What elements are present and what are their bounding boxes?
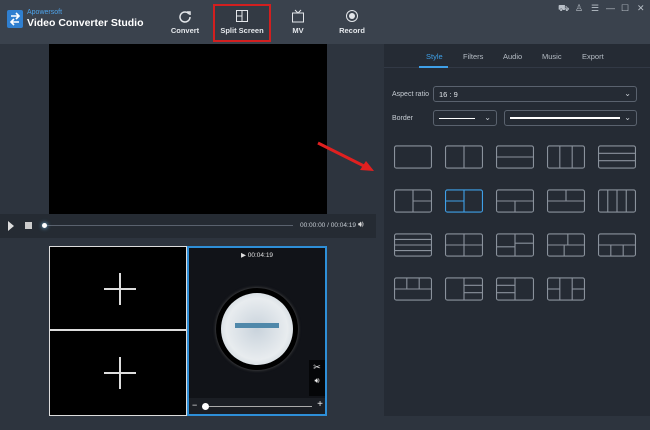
border-style-select[interactable]: ⌄: [433, 110, 497, 126]
tab-filters[interactable]: Filters: [463, 52, 483, 61]
tab-style[interactable]: Style: [426, 52, 443, 61]
border-label: Border: [392, 115, 414, 122]
active-tab-indicator: [419, 66, 448, 68]
top-toolbar: Apowersoft Video Converter Studio Conver…: [0, 0, 650, 44]
layout-option-17[interactable]: [444, 277, 484, 301]
layout-option-6[interactable]: [393, 189, 433, 213]
zoom-in-icon[interactable]: +: [317, 399, 323, 410]
refresh-icon: [179, 11, 191, 23]
chevron-down-icon: ⌄: [624, 113, 631, 122]
aspect-ratio-select[interactable]: 16 : 9 ⌄: [433, 86, 637, 102]
layout-option-11[interactable]: [393, 233, 433, 257]
split-cell-top-left[interactable]: [49, 246, 187, 330]
split-cell-right[interactable]: ▶ 00:04:19 ✂ 🔊︎ − +: [187, 246, 327, 416]
tab-export[interactable]: Export: [582, 52, 604, 61]
play-icon[interactable]: [7, 221, 15, 231]
split-grid: ▶ 00:04:19 ✂ 🔊︎ − +: [49, 246, 327, 416]
panel-tabs: Style Filters Audio Music Export: [384, 44, 650, 68]
zoom-slider-handle[interactable]: [202, 403, 209, 410]
layout-option-12[interactable]: [444, 233, 484, 257]
layout-option-8[interactable]: [495, 189, 535, 213]
thumbnail-image: [221, 293, 293, 365]
clip-duration: ▶ 00:04:19: [189, 251, 325, 259]
close-icon[interactable]: ✕: [637, 3, 645, 14]
clip-zoom-bar: − +: [189, 398, 325, 414]
menu-icon[interactable]: ☰: [591, 3, 599, 14]
split-cell-bottom-left[interactable]: [49, 330, 187, 416]
layout-option-4[interactable]: [546, 145, 586, 169]
nav-split-screen[interactable]: Split Screen: [213, 4, 271, 42]
clip-volume-icon[interactable]: 🔊︎: [309, 376, 325, 386]
layout-option-2[interactable]: [444, 145, 484, 169]
add-video-plus-icon[interactable]: [104, 357, 136, 389]
video-preview: [49, 44, 327, 214]
layout-option-9[interactable]: [546, 189, 586, 213]
app-title: Video Converter Studio: [27, 17, 144, 29]
app-logo-icon: [7, 10, 23, 28]
nav-mv[interactable]: MV: [273, 6, 323, 40]
border-width-select[interactable]: ⌄: [504, 110, 637, 126]
layout-option-15[interactable]: [597, 233, 637, 257]
split-screen-icon: [236, 10, 248, 22]
nav-record[interactable]: Record: [327, 6, 377, 40]
layout-option-16[interactable]: [393, 277, 433, 301]
maximize-icon[interactable]: ☐: [621, 3, 629, 14]
tv-icon: [292, 9, 304, 23]
clip-duration-text: 00:04:19: [247, 252, 274, 259]
nav-convert-label: Convert: [170, 26, 200, 35]
minimize-icon[interactable]: —: [606, 3, 615, 13]
layout-option-5[interactable]: [597, 145, 637, 169]
chevron-down-icon: ⌄: [624, 89, 631, 98]
border-width-sample: [510, 117, 620, 119]
time-display: 00:00:00 / 00:04:19: [300, 222, 357, 229]
brand-name: Apowersoft: [27, 9, 63, 16]
player-controls: 00:00:00 / 00:04:19 🔊︎: [0, 214, 376, 238]
layout-option-1[interactable]: [393, 145, 433, 169]
settings-panel: Style Filters Audio Music Export Aspect …: [384, 44, 650, 416]
thumbnail-mark: [235, 323, 279, 328]
nav-convert[interactable]: Convert: [160, 6, 210, 40]
layout-option-18[interactable]: [495, 277, 535, 301]
layout-option-19[interactable]: [546, 277, 586, 301]
record-icon: [346, 10, 358, 22]
border-line-sample: [439, 118, 475, 119]
stop-icon[interactable]: [25, 222, 32, 229]
tab-music[interactable]: Music: [542, 52, 562, 61]
aspect-ratio-label: Aspect ratio: [392, 91, 429, 98]
zoom-slider[interactable]: [202, 406, 312, 407]
annotation-arrow-icon: [317, 141, 374, 171]
nav-split-screen-label: Split Screen: [220, 26, 264, 35]
layout-option-7[interactable]: [444, 189, 484, 213]
seek-bar[interactable]: [44, 225, 293, 226]
cart-icon[interactable]: ⛟: [558, 3, 569, 15]
nav-mv-label: MV: [292, 26, 304, 35]
scissors-icon[interactable]: ✂: [309, 362, 325, 373]
add-video-plus-icon[interactable]: [104, 273, 136, 305]
layout-option-13[interactable]: [495, 233, 535, 257]
seek-handle[interactable]: [42, 223, 47, 228]
nav-record-label: Record: [339, 26, 365, 35]
camera-icon: ▶: [240, 252, 248, 259]
volume-icon[interactable]: 🔊︎: [358, 219, 364, 230]
zoom-out-icon[interactable]: −: [192, 400, 197, 410]
video-thumbnail: [216, 288, 298, 370]
chevron-down-icon: ⌄: [484, 113, 491, 122]
layout-option-14[interactable]: [546, 233, 586, 257]
tab-audio[interactable]: Audio: [503, 52, 522, 61]
clip-tools: ✂ 🔊︎: [309, 360, 325, 396]
layout-option-3[interactable]: [495, 145, 535, 169]
aspect-ratio-value: 16 : 9: [439, 90, 458, 99]
user-icon[interactable]: ♙: [575, 3, 583, 14]
layout-option-10[interactable]: [597, 189, 637, 213]
